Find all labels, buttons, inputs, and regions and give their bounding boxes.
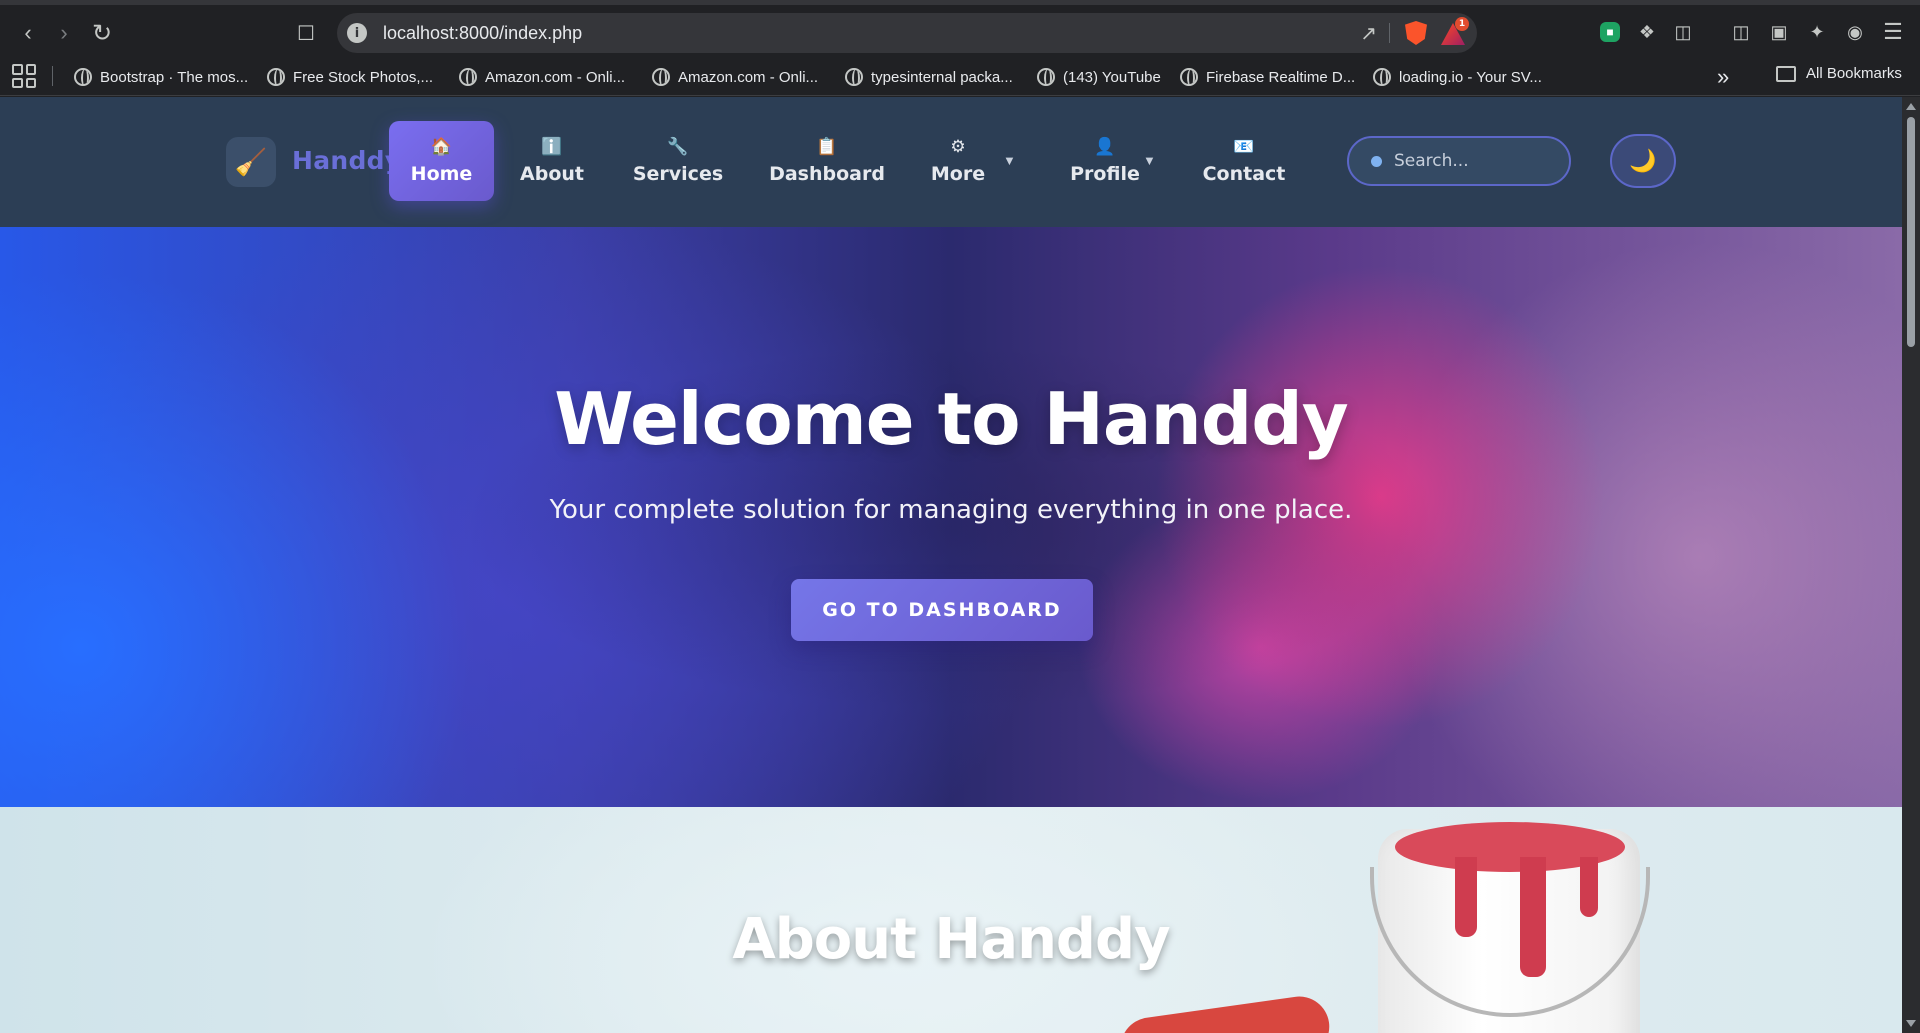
site-info-icon[interactable]: i (347, 23, 367, 43)
go-to-dashboard-button[interactable]: GO TO DASHBOARD (791, 579, 1093, 641)
bookmark-item[interactable]: Firebase Realtime D... (1180, 65, 1355, 89)
clipboard-icon: 📋 (816, 137, 838, 157)
sidebar-icon[interactable]: ◫ (1728, 19, 1754, 45)
extensions-puzzle-icon[interactable]: ❖ (1634, 19, 1660, 45)
handyman-logo-icon[interactable]: 🧹 (226, 137, 276, 187)
bookmarks-divider (52, 66, 53, 86)
envelope-icon: 📧 (1233, 137, 1255, 157)
hero-title: Welcome to Handdy (554, 377, 1349, 461)
paint-roller-image (1116, 992, 1334, 1033)
address-url[interactable]: localhost:8000/index.php (383, 23, 582, 44)
page-viewport: 🧹 Handdy 🏠 Home ℹ️ About 🔧 Services 📋 Da… (0, 97, 1902, 1033)
wallet-icon[interactable]: ▣ (1766, 19, 1792, 45)
tab-search-icon[interactable]: ◫ (1670, 19, 1696, 45)
rewards-badge: 1 (1455, 17, 1469, 31)
globe-icon (267, 68, 285, 86)
globe-icon (1037, 68, 1055, 86)
gear-icon: ⚙ (950, 137, 966, 157)
hero-section: Welcome to Handdy Your complete solution… (0, 227, 1902, 807)
nav-label: Contact (1202, 163, 1286, 185)
address-divider (1389, 23, 1390, 43)
nav-label: Services (632, 163, 724, 185)
globe-icon (652, 68, 670, 86)
nav-label: Dashboard (769, 163, 885, 185)
bookmark-label: Bootstrap · The mos... (100, 68, 249, 86)
nav-label: Profile (1070, 163, 1140, 185)
nav-contact[interactable]: 📧 Contact (1200, 121, 1288, 201)
more-bookmarks-icon[interactable]: » (1717, 64, 1729, 90)
globe-icon (1373, 68, 1391, 86)
apps-grid-icon[interactable] (12, 64, 36, 88)
moon-icon: 🌙 (1629, 148, 1657, 173)
back-icon[interactable]: ‹ (12, 17, 44, 49)
chevron-down-icon[interactable]: ▼ (1143, 153, 1156, 168)
bookmark-item[interactable]: typesinternal packa... (845, 65, 1013, 89)
bookmark-label: Firebase Realtime D... (1206, 68, 1356, 86)
scroll-thumb[interactable] (1907, 117, 1915, 347)
nav-label: About (520, 163, 584, 185)
about-section: About Handdy (0, 807, 1902, 1033)
bookmark-label: Amazon.com - Onli... (678, 68, 819, 86)
page-scrollbar[interactable] (1902, 97, 1920, 1033)
nav-profile-dropdown[interactable]: 👤 Profile (1060, 121, 1150, 201)
nav-services[interactable]: 🔧 Services (626, 121, 730, 201)
address-bar[interactable]: i localhost:8000/index.php ↗ 1 (337, 13, 1477, 53)
share-icon[interactable]: ↗ (1360, 21, 1377, 46)
folder-icon (1776, 65, 1796, 82)
globe-icon (1180, 68, 1198, 86)
user-icon: 👤 (1094, 137, 1116, 157)
scroll-down-arrow-icon[interactable] (1906, 1020, 1916, 1027)
bookmarks-bar: Bootstrap · The mos... Free Stock Photos… (0, 56, 1920, 96)
nav-label: More (930, 163, 986, 185)
globe-icon (459, 68, 477, 86)
globe-icon (845, 68, 863, 86)
bookmark-item[interactable]: Free Stock Photos,... (267, 65, 433, 89)
bookmark-label: Amazon.com - Onli... (485, 68, 626, 86)
reload-icon[interactable]: ↻ (86, 17, 118, 49)
nav-home[interactable]: 🏠 Home (389, 121, 494, 201)
wrench-icon: 🔧 (667, 137, 689, 157)
bookmark-item[interactable]: (143) YouTube (1037, 65, 1161, 89)
info-icon: ℹ️ (541, 137, 563, 157)
nav-dashboard[interactable]: 📋 Dashboard (764, 121, 890, 201)
bookmark-item[interactable]: Amazon.com - Onli... (652, 65, 818, 89)
all-bookmarks-label: All Bookmarks (1806, 65, 1902, 82)
nav-about[interactable]: ℹ️ About (510, 121, 594, 201)
bookmark-item[interactable]: Bootstrap · The mos... (74, 65, 248, 89)
brave-shields-icon[interactable] (1405, 21, 1427, 45)
bookmark-icon[interactable]: ☐ (290, 17, 322, 49)
menu-icon[interactable]: ☰ (1880, 19, 1906, 45)
chevron-down-icon[interactable]: ▼ (1003, 153, 1016, 168)
globe-icon (74, 68, 92, 86)
about-title: About Handdy (732, 907, 1170, 972)
bookmark-label: typesinternal packa... (871, 68, 1013, 86)
bookmark-item[interactable]: loading.io - Your SV... (1373, 65, 1542, 89)
hero-subtitle: Your complete solution for managing ever… (549, 495, 1353, 525)
extension-green-icon[interactable]: ■ (1600, 22, 1620, 42)
bookmark-label: (143) YouTube (1063, 68, 1161, 86)
all-bookmarks-button[interactable]: All Bookmarks (1776, 65, 1902, 82)
search-icon (1371, 155, 1382, 167)
search-placeholder: Search... (1394, 151, 1469, 171)
brand-name[interactable]: Handdy (292, 146, 401, 175)
browser-toolbar: ‹ › ↻ ☐ i localhost:8000/index.php ↗ 1 ■… (0, 0, 1920, 56)
scroll-up-arrow-icon[interactable] (1906, 103, 1916, 110)
bookmark-label: Free Stock Photos,... (293, 68, 434, 86)
search-input[interactable]: Search... (1347, 136, 1571, 186)
nav-label: Home (410, 163, 473, 185)
leo-ai-icon[interactable]: ✦ (1804, 19, 1830, 45)
bookmark-item[interactable]: Amazon.com - Onli... (459, 65, 625, 89)
house-icon: 🏠 (430, 137, 453, 157)
vpn-shield-icon[interactable]: ◉ (1842, 19, 1868, 45)
site-navbar: 🧹 Handdy 🏠 Home ℹ️ About 🔧 Services 📋 Da… (0, 97, 1902, 227)
theme-toggle-button[interactable]: 🌙 (1610, 134, 1676, 188)
forward-icon[interactable]: › (48, 17, 80, 49)
bookmark-label: loading.io - Your SV... (1399, 68, 1542, 86)
nav-more-dropdown[interactable]: ⚙ More (922, 121, 994, 201)
